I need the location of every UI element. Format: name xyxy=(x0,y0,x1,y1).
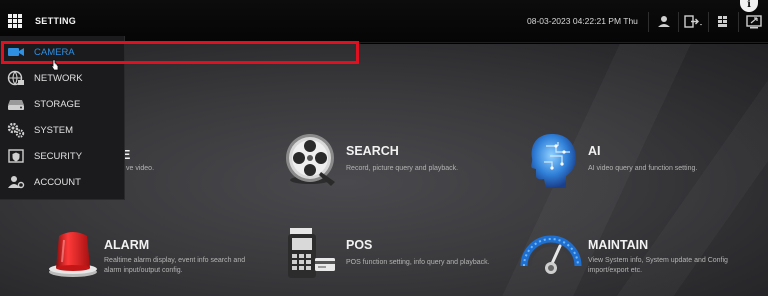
shield-icon xyxy=(8,149,24,163)
tile-maintain[interactable]: MAINTAIN View System info, System update… xyxy=(520,228,760,290)
tile-title: POS xyxy=(346,238,373,252)
logout-icon[interactable] xyxy=(682,12,704,32)
info-icon[interactable]: i xyxy=(740,0,758,12)
system-gears-icon xyxy=(7,122,25,138)
divider xyxy=(678,12,679,32)
sidebar-item-storage[interactable]: STORAGE xyxy=(0,92,124,117)
film-reel-icon xyxy=(286,134,335,186)
tile-desc-line1: Realtime alarm display, event info searc… xyxy=(104,257,246,264)
divider xyxy=(708,12,709,32)
sidebar-item-label: SECURITY xyxy=(34,151,83,162)
tile-desc: ve video. xyxy=(126,165,155,172)
tile-pos[interactable]: POS POS function setting, info query and… xyxy=(287,228,517,290)
alarm-siren-icon xyxy=(49,232,97,277)
sidebar-item-label: STORAGE xyxy=(34,99,81,110)
sidebar-item-label: CAMERA xyxy=(34,47,75,58)
sidebar-item-security[interactable]: SECURITY xyxy=(0,144,124,169)
divider xyxy=(648,12,649,32)
datetime-display: 08-03-2023 04:22:21 PM Thu xyxy=(527,16,638,26)
tile-search[interactable]: SEARCH Record, picture query and playbac… xyxy=(283,132,513,192)
layout-icon[interactable] xyxy=(712,12,734,32)
tile-title: MAINTAIN xyxy=(588,238,649,252)
sidebar-item-label: ACCOUNT xyxy=(34,177,81,188)
sidebar-item-account[interactable]: ACCOUNT xyxy=(0,170,124,195)
page-title: SETTING xyxy=(35,16,77,26)
user-icon[interactable] xyxy=(653,12,675,32)
tile-title: SEARCH xyxy=(346,144,399,158)
screen-icon[interactable] xyxy=(743,12,765,32)
network-icon xyxy=(7,70,24,86)
divider xyxy=(738,12,739,32)
tile-desc: POS function setting, info query and pla… xyxy=(346,259,490,266)
tile-ai[interactable]: AI AI video query and function setting. xyxy=(528,132,758,192)
tile-desc-line2: alarm input/output config. xyxy=(104,267,183,274)
mouse-cursor-icon xyxy=(50,59,59,71)
tile-alarm[interactable]: ALARM Realtime alarm display, event info… xyxy=(46,228,276,290)
tile-desc: AI video query and function setting. xyxy=(588,165,698,172)
gauge-icon xyxy=(520,235,582,274)
tile-desc: Record, picture query and playback. xyxy=(346,165,459,172)
settings-sidebar: CAMERA NETWORK STORAGE SYSTEM SECURITY A… xyxy=(0,36,125,200)
sidebar-item-label: SYSTEM xyxy=(34,125,74,136)
tile-title: AI xyxy=(588,144,601,158)
tile-desc-line1: View System info, System update and Conf… xyxy=(588,257,728,264)
sidebar-item-camera[interactable]: CAMERA xyxy=(0,40,124,65)
tile-title: ALARM xyxy=(104,238,150,252)
storage-icon xyxy=(8,100,24,110)
grid-menu-icon[interactable] xyxy=(8,14,22,28)
pos-terminal-icon xyxy=(288,228,335,278)
sidebar-item-system[interactable]: SYSTEM xyxy=(0,118,124,143)
ai-head-icon xyxy=(531,134,576,188)
camera-icon xyxy=(8,48,24,56)
tile-desc-line2: import/export etc. xyxy=(588,267,643,274)
sidebar-item-network[interactable]: NETWORK xyxy=(0,66,124,91)
account-icon xyxy=(8,176,25,189)
sidebar-item-label: NETWORK xyxy=(34,73,83,84)
